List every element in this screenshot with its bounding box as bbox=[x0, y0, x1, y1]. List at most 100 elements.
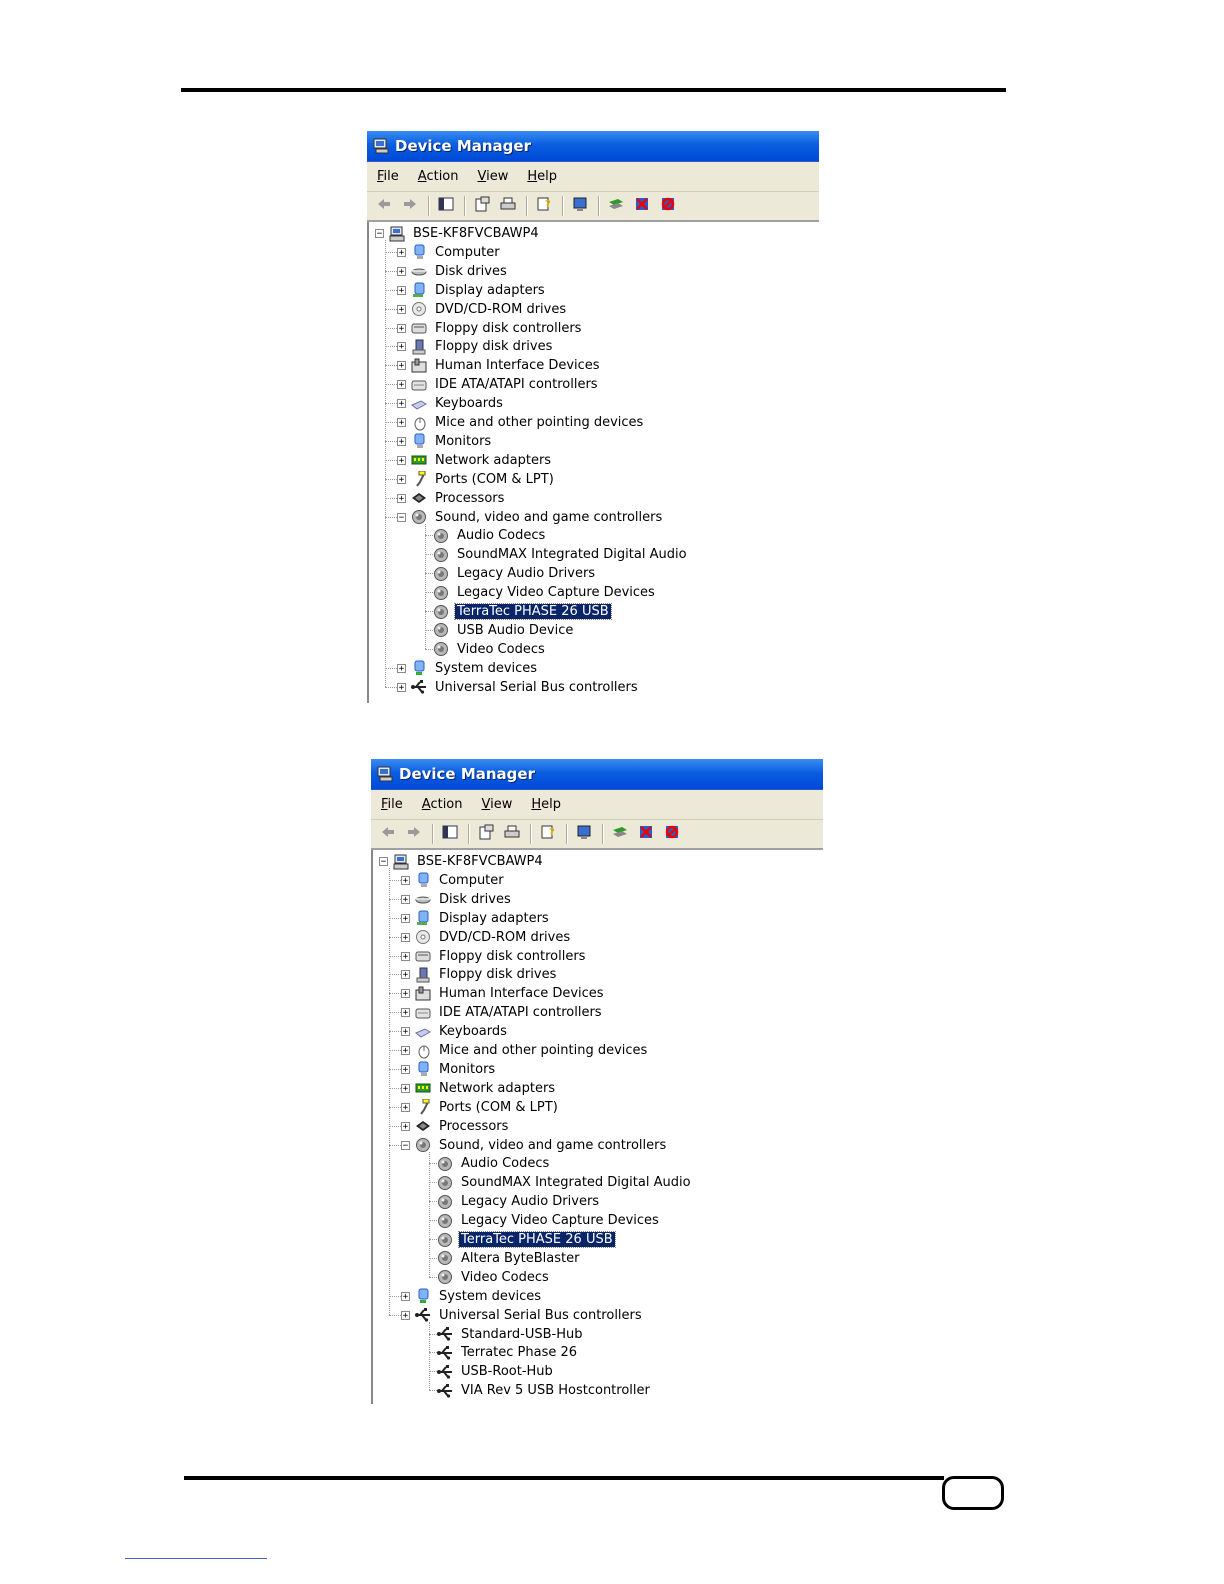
expand-toggle[interactable]: + bbox=[397, 247, 406, 257]
menu-item[interactable]: Action bbox=[422, 797, 463, 812]
menu-item[interactable]: File bbox=[381, 797, 403, 812]
tree-category[interactable]: + Processors bbox=[397, 489, 506, 508]
menu-item[interactable]: File bbox=[377, 169, 399, 184]
tree-category[interactable]: + System devices bbox=[397, 659, 539, 678]
tree-device[interactable]: Standard-USB-Hub bbox=[423, 1325, 584, 1344]
tree-device[interactable]: Legacy Audio Drivers bbox=[419, 564, 597, 583]
tree-category[interactable]: + Floppy disk drives bbox=[397, 337, 554, 356]
tree-category[interactable]: + Floppy disk controllers bbox=[397, 319, 583, 338]
expand-toggle[interactable]: + bbox=[397, 682, 406, 692]
tree-root[interactable]: − BSE-KF8FVCBAWP4 bbox=[379, 852, 545, 871]
expand-toggle[interactable]: + bbox=[401, 894, 410, 904]
properties-button[interactable] bbox=[475, 824, 497, 844]
expand-toggle[interactable]: + bbox=[401, 913, 410, 923]
update-driver-button[interactable] bbox=[605, 196, 627, 216]
show-hide-tree-button[interactable] bbox=[439, 824, 461, 844]
tree-device[interactable]: Audio Codecs bbox=[423, 1154, 551, 1173]
tree-category[interactable]: + Display adapters bbox=[397, 281, 547, 300]
scan-hardware-button[interactable] bbox=[573, 824, 595, 844]
tree-category[interactable]: + Mice and other pointing devices bbox=[401, 1041, 649, 1060]
expand-toggle[interactable]: + bbox=[401, 1310, 410, 1320]
tree-category[interactable]: + Floppy disk drives bbox=[401, 965, 558, 984]
tree-category[interactable]: + Network adapters bbox=[401, 1079, 557, 1098]
scan-hardware-button[interactable] bbox=[569, 196, 591, 216]
tree-device[interactable]: Video Codecs bbox=[423, 1268, 551, 1287]
update-driver-button[interactable] bbox=[609, 824, 631, 844]
expand-toggle[interactable]: + bbox=[401, 1102, 410, 1112]
tree-category[interactable]: + Human Interface Devices bbox=[401, 984, 606, 1003]
expand-toggle[interactable]: + bbox=[397, 474, 406, 484]
tree-device[interactable]: VIA Rev 5 USB Hostcontroller bbox=[423, 1381, 652, 1400]
title-bar[interactable]: Device Manager bbox=[367, 131, 819, 162]
tree-category[interactable]: + Disk drives bbox=[401, 890, 513, 909]
expand-toggle[interactable]: + bbox=[397, 304, 406, 314]
tree-category[interactable]: + Keyboards bbox=[401, 1022, 509, 1041]
tree-category[interactable]: + Monitors bbox=[401, 1060, 497, 1079]
tree-category[interactable]: + Human Interface Devices bbox=[397, 356, 602, 375]
tree-category[interactable]: + Ports (COM & LPT) bbox=[401, 1098, 560, 1117]
collapse-toggle[interactable]: − bbox=[397, 512, 406, 522]
tree-category[interactable]: + Monitors bbox=[397, 432, 493, 451]
tree-device[interactable]: TerraTec PHASE 26 USB bbox=[423, 1230, 616, 1249]
tree-device[interactable]: USB-Root-Hub bbox=[423, 1362, 555, 1381]
tree-category[interactable]: + Keyboards bbox=[397, 394, 505, 413]
expand-toggle[interactable]: + bbox=[397, 266, 406, 276]
uninstall-device-button[interactable] bbox=[657, 196, 679, 216]
expand-toggle[interactable]: + bbox=[397, 380, 406, 390]
expand-toggle[interactable]: + bbox=[397, 663, 406, 673]
menu-item[interactable]: View bbox=[478, 169, 509, 184]
expand-toggle[interactable]: + bbox=[401, 932, 410, 942]
expand-toggle[interactable]: + bbox=[397, 342, 406, 352]
expand-toggle[interactable]: + bbox=[397, 361, 406, 371]
tree-category[interactable]: + IDE ATA/ATAPI controllers bbox=[401, 1003, 604, 1022]
expand-toggle[interactable]: + bbox=[397, 436, 406, 446]
expand-toggle[interactable]: + bbox=[397, 455, 406, 465]
uninstall-device-button[interactable] bbox=[661, 824, 683, 844]
expand-toggle[interactable]: + bbox=[397, 493, 406, 503]
tree-category[interactable]: + Disk drives bbox=[397, 262, 509, 281]
tree-category[interactable]: − Sound, video and game controllers bbox=[401, 1136, 668, 1155]
disable-device-button[interactable] bbox=[631, 196, 653, 216]
tree-category[interactable]: + Display adapters bbox=[401, 909, 551, 928]
back-button[interactable] bbox=[377, 824, 399, 844]
collapse-toggle[interactable]: − bbox=[379, 857, 388, 867]
collapse-toggle[interactable]: − bbox=[401, 1140, 410, 1150]
expand-toggle[interactable]: + bbox=[401, 951, 410, 961]
tree-device[interactable]: Video Codecs bbox=[419, 640, 547, 659]
tree-device[interactable]: Legacy Audio Drivers bbox=[423, 1192, 601, 1211]
tree-category[interactable]: + System devices bbox=[401, 1287, 543, 1306]
tree-device[interactable]: Legacy Video Capture Devices bbox=[423, 1211, 661, 1230]
tree-category[interactable]: + Universal Serial Bus controllers bbox=[401, 1306, 644, 1325]
expand-toggle[interactable]: + bbox=[401, 1027, 410, 1037]
show-hide-tree-button[interactable] bbox=[435, 196, 457, 216]
expand-toggle[interactable]: + bbox=[401, 989, 410, 999]
tree-device[interactable]: Terratec Phase 26 bbox=[423, 1343, 579, 1362]
tree-category[interactable]: − Sound, video and game controllers bbox=[397, 508, 664, 527]
tree-device[interactable]: USB Audio Device bbox=[419, 621, 575, 640]
tree-device[interactable]: Altera ByteBlaster bbox=[423, 1249, 581, 1268]
device-tree[interactable]: − BSE-KF8FVCBAWP4 + Computer + Disk drives + Di… bbox=[367, 222, 819, 703]
expand-toggle[interactable]: + bbox=[397, 323, 406, 333]
expand-toggle[interactable]: + bbox=[401, 1064, 410, 1074]
expand-toggle[interactable]: + bbox=[401, 1291, 410, 1301]
menu-item[interactable]: Help bbox=[527, 169, 557, 184]
forward-button[interactable] bbox=[403, 824, 425, 844]
menu-item[interactable]: Action bbox=[418, 169, 459, 184]
tree-root[interactable]: − BSE-KF8FVCBAWP4 bbox=[375, 224, 541, 243]
tree-category[interactable]: + Computer bbox=[401, 871, 506, 890]
expand-toggle[interactable]: + bbox=[401, 1046, 410, 1056]
menu-item[interactable]: Help bbox=[531, 797, 561, 812]
tree-category[interactable]: + DVD/CD-ROM drives bbox=[401, 928, 572, 947]
help-button[interactable]: ? bbox=[537, 824, 559, 844]
tree-category[interactable]: + Computer bbox=[397, 243, 502, 262]
device-tree[interactable]: − BSE-KF8FVCBAWP4 + Computer + Disk drives + Di… bbox=[371, 850, 823, 1404]
expand-toggle[interactable]: + bbox=[401, 970, 410, 980]
expand-toggle[interactable]: + bbox=[401, 1083, 410, 1093]
tree-device[interactable]: Legacy Video Capture Devices bbox=[419, 583, 657, 602]
forward-button[interactable] bbox=[399, 196, 421, 216]
print-button[interactable] bbox=[497, 196, 519, 216]
tree-device[interactable]: SoundMAX Integrated Digital Audio bbox=[419, 545, 689, 564]
tree-category[interactable]: + Ports (COM & LPT) bbox=[397, 470, 556, 489]
tree-category[interactable]: + IDE ATA/ATAPI controllers bbox=[397, 375, 600, 394]
disable-device-button[interactable] bbox=[635, 824, 657, 844]
